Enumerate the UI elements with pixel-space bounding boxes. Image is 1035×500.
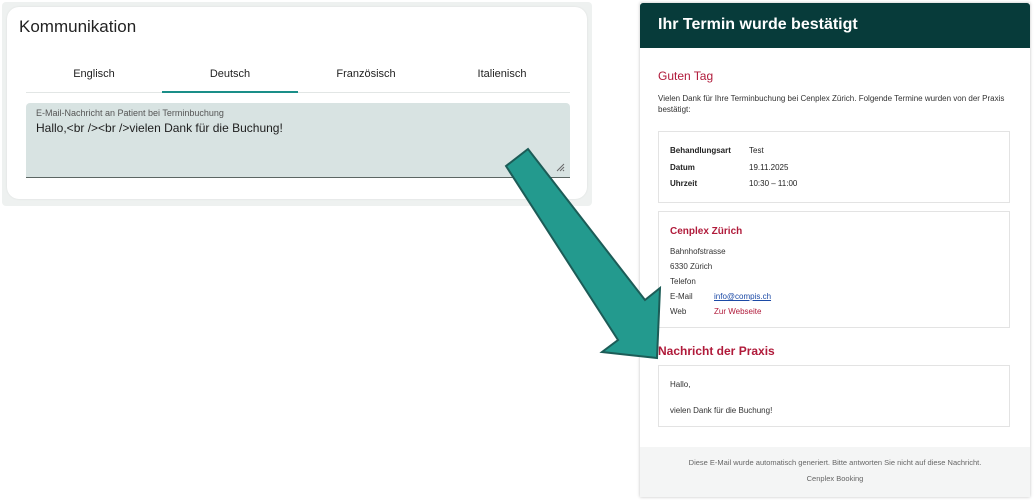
detail-label: Behandlungsart xyxy=(670,146,731,155)
email-greeting: Guten Tag xyxy=(658,69,714,83)
email-footer: Diese E-Mail wurde automatisch generiert… xyxy=(640,447,1030,497)
practice-email-link[interactable]: info@compis.ch xyxy=(714,292,771,301)
message-line: vielen Dank für die Buchung! xyxy=(670,406,773,415)
language-tabs: Englisch Deutsch Französisch Italienisch xyxy=(26,57,570,93)
tab-englisch[interactable]: Englisch xyxy=(26,57,162,92)
tab-deutsch[interactable]: Deutsch xyxy=(162,57,298,93)
practice-name: Cenplex Zürich xyxy=(670,226,743,237)
practice-street: Bahnhofstrasse xyxy=(670,247,726,256)
practice-web-label: Web xyxy=(670,307,687,316)
email-preview: Ihr Termin wurde bestätigt Guten Tag Vie… xyxy=(640,3,1030,497)
practice-message-title: Nachricht der Praxis xyxy=(658,344,775,358)
practice-city: 6330 Zürich xyxy=(670,262,713,271)
detail-row: Uhrzeit 10:30 – 11:00 xyxy=(670,179,797,188)
practice-message-box: Hallo, vielen Dank für die Buchung! xyxy=(658,365,1010,427)
footer-note: Diese E-Mail wurde automatisch generiert… xyxy=(688,458,982,467)
practice-web-link[interactable]: Zur Webseite xyxy=(714,307,761,316)
appointment-details-box: Behandlungsart Test Datum 19.11.2025 Uhrze… xyxy=(658,131,1010,203)
practice-phone-label: Telefon xyxy=(670,277,696,286)
booking-message-textarea[interactable]: E-Mail-Nachricht an Patient bei Terminbu… xyxy=(26,103,570,178)
detail-row: Behandlungsart Test xyxy=(670,146,764,155)
footer-brand: Cenplex Booking xyxy=(806,474,864,483)
detail-value: 10:30 – 11:00 xyxy=(749,179,798,188)
detail-value: Test xyxy=(749,146,764,155)
detail-value: 19.11.2025 xyxy=(749,163,789,172)
practice-web-row: Web Zur Webseite xyxy=(670,307,761,316)
textarea-label: E-Mail-Nachricht an Patient bei Terminbu… xyxy=(36,108,224,118)
textarea-value[interactable]: Hallo,<br /><br />vielen Dank für die Bu… xyxy=(36,121,283,135)
tab-franzoesisch[interactable]: Französisch xyxy=(298,57,434,92)
practice-email-row: E-Mail info@compis.ch xyxy=(670,292,771,301)
practice-email-label: E-Mail xyxy=(670,292,693,301)
email-header-title: Ihr Termin wurde bestätigt xyxy=(658,16,858,33)
communication-card: Kommunikation Englisch Deutsch Französis… xyxy=(7,7,587,199)
email-intro: Vielen Dank für Ihre Terminbuchung bei C… xyxy=(658,94,1005,114)
message-line: Hallo, xyxy=(670,380,691,389)
resize-handle-icon[interactable] xyxy=(555,162,565,172)
settings-panel-frame: Kommunikation Englisch Deutsch Französis… xyxy=(2,2,592,206)
practice-info-box: Cenplex Zürich Bahnhofstrasse 6330 Züric… xyxy=(658,211,1010,328)
card-title: Kommunikation xyxy=(19,17,137,36)
detail-label: Uhrzeit xyxy=(670,179,698,188)
email-header: Ihr Termin wurde bestätigt xyxy=(640,3,1030,48)
tab-italienisch[interactable]: Italienisch xyxy=(434,57,570,92)
detail-label: Datum xyxy=(670,163,695,172)
detail-row: Datum 19.11.2025 xyxy=(670,163,788,172)
